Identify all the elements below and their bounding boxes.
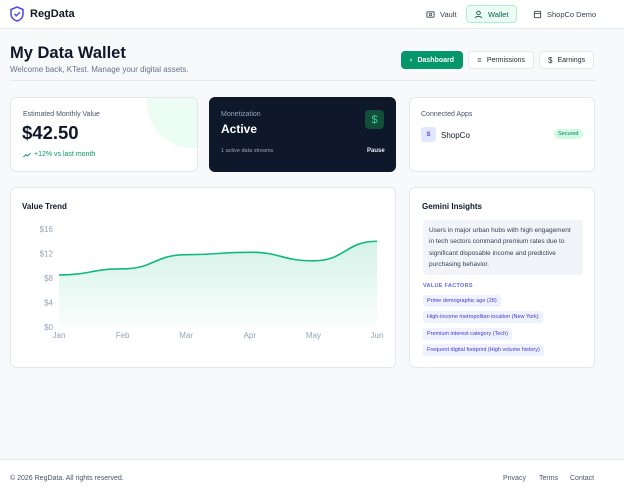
trend-up-icon <box>23 152 31 157</box>
page-subtitle: Welcome back, KTest. Manage your digital… <box>10 65 189 74</box>
value-factors-label: VALUE FACTORS <box>423 283 473 289</box>
estimated-value-card: Estimated Monthly Value $42.50 +12% vs l… <box>10 97 198 172</box>
header-divider <box>10 80 595 81</box>
nav-account-label: ShopCo Demo <box>547 9 597 19</box>
copyright-text: © 2026 RegData. All rights reserved. <box>10 475 124 482</box>
x-tick-label: May <box>306 331 321 340</box>
footer: © 2026 RegData. All rights reserved. Pri… <box>0 459 624 497</box>
privacy-link[interactable]: Privacy <box>503 475 526 482</box>
value-change-text: +12% vs last month <box>34 151 96 158</box>
value-factor-tag: High-income metropolitan location (New Y… <box>423 311 543 323</box>
connected-apps-label: Connected Apps <box>421 111 473 118</box>
permissions-tab-label: Permissions <box>486 56 525 64</box>
insights-text: Users in major urban hubs with high enga… <box>423 220 583 276</box>
shield-logo-icon <box>10 6 24 22</box>
x-tick-label: Feb <box>116 331 130 340</box>
insights-title: Gemini Insights <box>422 202 483 211</box>
value-trend-card: Value Trend $0 $4 $8 $12 $16 Jan Feb Mar Apr May J… <box>10 187 396 368</box>
value-factor-tag: Prime demographic age (28) <box>423 295 501 307</box>
y-tick-label: $12 <box>40 250 54 259</box>
permissions-tab-button[interactable]: Permissions <box>468 51 534 69</box>
earnings-tab-button[interactable]: $ Earnings <box>539 51 594 69</box>
y-tick-label: $4 <box>44 299 53 308</box>
building-icon <box>533 10 542 18</box>
top-navbar: RegData Vault Wallet ShopCo Demo <box>0 0 624 29</box>
estimated-value-label: Estimated Monthly Value <box>23 111 100 118</box>
page-title: My Data Wallet <box>10 44 126 62</box>
monetization-card: Monetization Active $ 1 active data stre… <box>209 97 396 172</box>
value-change: +12% vs last month <box>23 151 95 158</box>
user-icon <box>474 10 483 18</box>
x-tick-label: Jan <box>53 331 66 340</box>
brand-name: RegData <box>30 8 75 20</box>
pause-button[interactable]: Pause <box>367 148 385 154</box>
active-streams-text: 1 active data streams <box>221 148 274 154</box>
nav-vault-label: Vault <box>440 9 457 19</box>
x-tick-label: Mar <box>179 331 193 340</box>
gemini-insights-card: Gemini Insights Users in major urban hub… <box>409 187 595 368</box>
contact-link[interactable]: Contact <box>570 475 594 482</box>
brand[interactable]: RegData <box>10 6 75 22</box>
nav-wallet-link[interactable]: Wallet <box>466 5 517 23</box>
dashboard-tab-label: Dashboard <box>417 56 454 64</box>
dollar-icon: $ <box>365 110 384 129</box>
list-icon <box>477 58 482 62</box>
y-tick-label: $16 <box>40 225 54 234</box>
x-tick-label: Apr <box>244 331 257 340</box>
value-factor-tag: Premium interest category (Tech) <box>423 328 512 340</box>
nav-vault-link[interactable]: Vault <box>418 5 465 23</box>
nav-wallet-label: Wallet <box>488 9 509 19</box>
x-tick-label: Jun <box>371 331 384 340</box>
estimated-value-amount: $42.50 <box>22 122 79 143</box>
grid-icon <box>410 58 413 62</box>
terms-link[interactable]: Terms <box>539 475 558 482</box>
monetization-label: Monetization <box>221 111 261 118</box>
decorative-blob <box>147 98 197 148</box>
connected-apps-card: Connected Apps S ShopCo Secured <box>409 97 595 172</box>
dashboard-tab-button[interactable]: Dashboard <box>401 51 463 69</box>
dollar-icon: $ <box>548 55 553 65</box>
earnings-tab-label: Earnings <box>557 56 586 64</box>
vault-icon <box>426 10 435 18</box>
app-avatar: S <box>421 127 436 142</box>
y-tick-label: $8 <box>44 274 53 283</box>
secured-badge: Secured <box>554 129 583 139</box>
nav-account-link[interactable]: ShopCo Demo <box>525 5 604 23</box>
value-trend-chart: $0$4$8$12$16Jan Feb Mar Apr May Jun <box>40 225 384 340</box>
value-factor-tag: Frequent digital footprint (High volume … <box>423 344 544 356</box>
monetization-status: Active <box>221 122 258 136</box>
app-name[interactable]: ShopCo <box>441 131 470 140</box>
